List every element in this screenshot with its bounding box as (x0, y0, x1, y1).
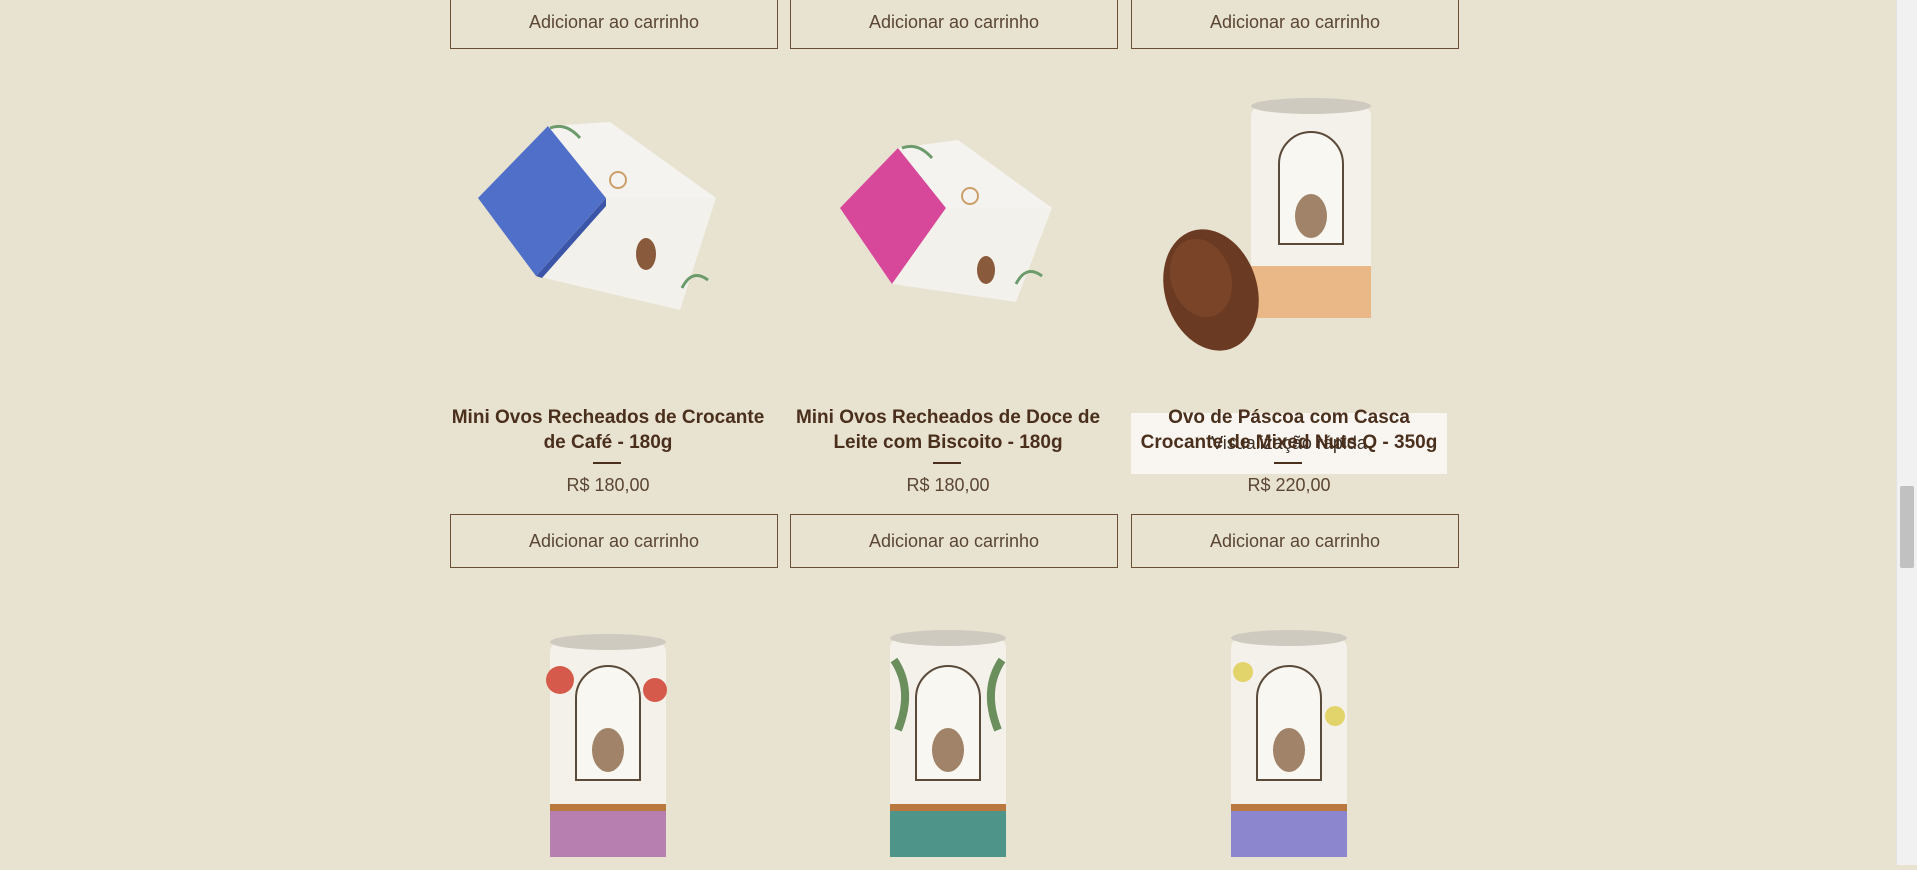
product-image[interactable] (450, 620, 766, 865)
divider (593, 462, 621, 464)
can-band (890, 810, 1006, 857)
add-to-cart-button[interactable]: Adicionar ao carrinho (450, 0, 778, 49)
product-title[interactable]: Mini Ovos Recheados de Doce de Leite com… (790, 405, 1106, 455)
scrollbar-thumb[interactable] (1900, 486, 1914, 568)
add-to-cart-button[interactable]: Adicionar ao carrinho (790, 0, 1118, 49)
add-to-cart-button[interactable]: Adicionar ao carrinho (450, 514, 778, 568)
vertical-scrollbar[interactable] (1896, 0, 1917, 865)
product-title[interactable]: Ovo de Páscoa com Casca Crocante de Mixe… (1131, 405, 1447, 455)
product-grid: Adicionar ao carrinho Mini Ovos Recheado… (0, 0, 1897, 865)
product-card: Adicionar ao carrinho Mini Ovos Recheado… (790, 0, 1118, 865)
can-band (1231, 810, 1347, 857)
product-image[interactable] (790, 620, 1106, 865)
product-image[interactable] (790, 88, 1106, 374)
add-to-cart-button[interactable]: Adicionar ao carrinho (1131, 0, 1459, 49)
product-price: R$ 180,00 (906, 475, 990, 495)
product-card: Adicionar ao carrinho Visualização rápid… (1131, 0, 1459, 865)
product-price: R$ 180,00 (566, 475, 650, 495)
product-image[interactable] (450, 88, 766, 374)
product-title[interactable]: Mini Ovos Recheados de Crocante de Café … (450, 405, 766, 455)
divider (1274, 462, 1302, 464)
add-to-cart-button[interactable]: Adicionar ao carrinho (790, 514, 1118, 568)
can-band (550, 810, 666, 857)
product-price: R$ 220,00 (1247, 475, 1331, 495)
add-to-cart-button[interactable]: Adicionar ao carrinho (1131, 514, 1459, 568)
can-band (1251, 266, 1371, 318)
divider (933, 462, 961, 464)
product-card: Adicionar ao carrinho Mini Ovos Recheado… (450, 0, 778, 865)
product-image[interactable]: Visualização rápida (1131, 88, 1447, 474)
product-image[interactable] (1131, 620, 1447, 865)
